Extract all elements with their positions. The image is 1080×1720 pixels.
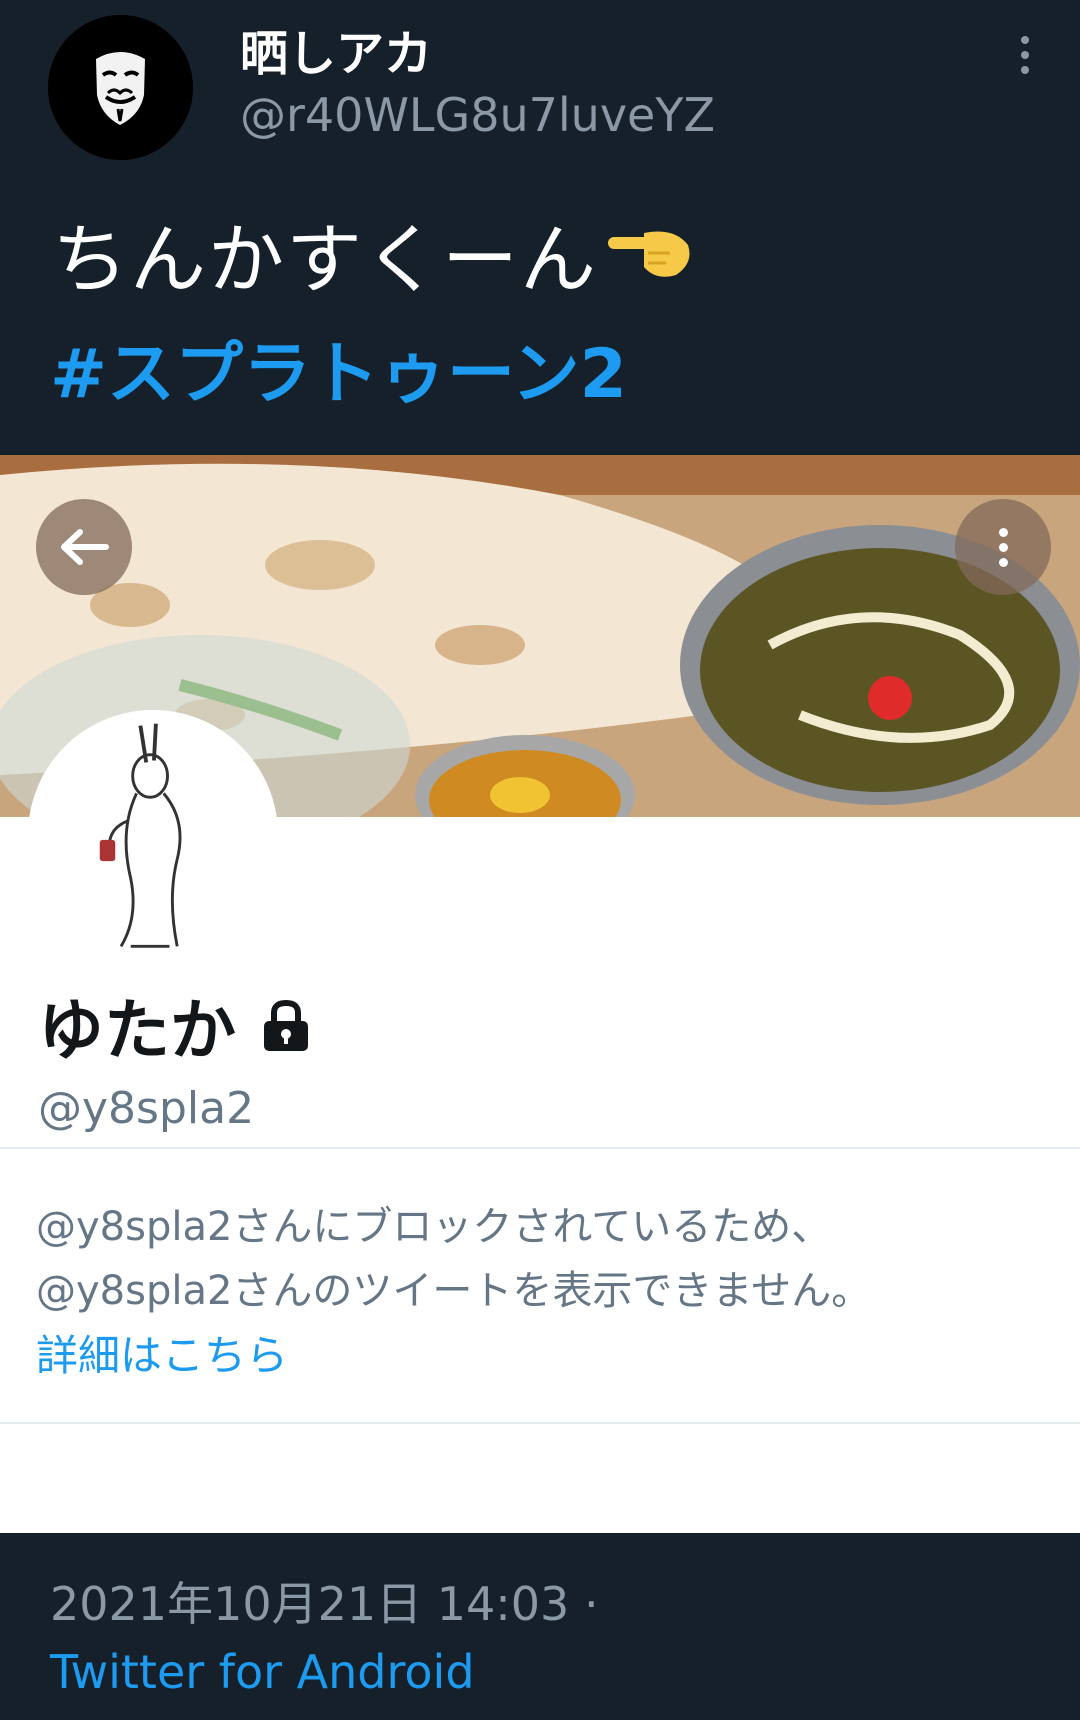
tweet-page: 晒しアカ @r40WLG8u7luveYZ ちんかすくーん #スプラトゥーン2 [0, 0, 1080, 1720]
learn-more-link[interactable]: 詳細はこちら [36, 1322, 288, 1383]
blocked-message-line-1: @y8spla2さんにブロックされているため、 [36, 1204, 832, 1250]
hashtag-link[interactable]: #スプラトゥーン2 [50, 318, 627, 417]
guy-fawkes-mask-icon [48, 15, 193, 160]
backhand-pointing-left-icon [608, 231, 690, 277]
profile-name-text: ゆたか [38, 992, 236, 1069]
profile-name: ゆたか [38, 977, 314, 1073]
divider [0, 1422, 1080, 1424]
embedded-profile-screenshot[interactable]: ゆたか @y8spla2 @y8spla2さんにブロックされているため、 @y8… [0, 455, 1080, 1533]
more-options-icon[interactable] [1010, 30, 1040, 80]
rabbit-drawing-icon [99, 723, 182, 948]
banner-more-icon[interactable] [955, 499, 1051, 595]
blocked-message: @y8spla2さんにブロックされているため、 @y8spla2さんのツイートを… [36, 1195, 871, 1323]
tweet-source-link[interactable]: Twitter for Android [50, 1645, 475, 1699]
back-arrow-icon[interactable] [36, 499, 132, 595]
profile-handle: @y8spla2 [38, 1083, 255, 1134]
user-avatar[interactable] [48, 15, 193, 160]
lock-icon [264, 999, 308, 1051]
tweet-timestamp[interactable]: 2021年10月21日 14:03 · [50, 1568, 599, 1634]
divider [0, 1147, 1080, 1149]
user-handle[interactable]: @r40WLG8u7luveYZ [240, 88, 715, 142]
display-name[interactable]: 晒しアカ [240, 14, 432, 84]
blocked-message-line-2: @y8spla2さんのツイートを表示できません。 [36, 1268, 872, 1314]
tweet-text-content: ちんかすくーん [52, 215, 598, 304]
tweet-text: ちんかすくーん [52, 198, 696, 308]
profile-avatar[interactable] [28, 710, 278, 960]
